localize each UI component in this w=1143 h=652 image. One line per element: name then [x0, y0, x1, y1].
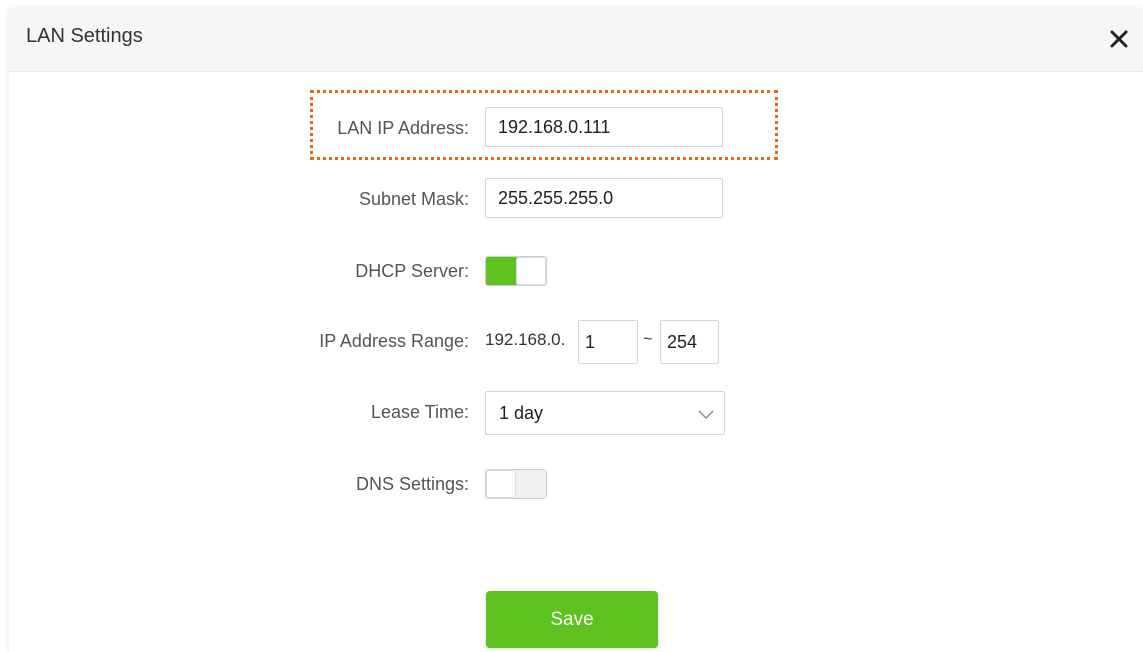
- chevron-down-icon: [698, 407, 714, 420]
- lease-time-label: Lease Time:: [370, 402, 469, 422]
- lan-ip-row: LAN IP Address:: [9, 107, 1143, 149]
- dhcp-server-toggle[interactable]: [485, 256, 547, 286]
- ip-range-separator: ~: [643, 331, 653, 348]
- dialog-header: LAN Settings: [9, 9, 1143, 72]
- lease-time-row: Lease Time: 1 day: [9, 391, 1143, 435]
- save-button[interactable]: Save: [486, 591, 658, 648]
- ip-range-prefix: 192.168.0.: [485, 330, 566, 349]
- lease-time-value: 1 day: [499, 403, 544, 423]
- dhcp-server-row: DHCP Server:: [9, 250, 1143, 292]
- ip-range-row: IP Address Range: 192.168.0. ~: [9, 320, 1143, 364]
- toggle-knob: [516, 257, 546, 285]
- ip-range-start-input[interactable]: [578, 320, 638, 364]
- lan-settings-dialog: LAN Settings LAN IP Address: Subnet Mask…: [9, 9, 1143, 652]
- ip-range-label: IP Address Range:: [319, 331, 469, 351]
- toggle-knob: [486, 470, 516, 498]
- lease-time-select[interactable]: 1 day: [485, 391, 725, 435]
- lan-ip-input[interactable]: [485, 107, 723, 147]
- lan-ip-label: LAN IP Address:: [337, 118, 469, 138]
- dhcp-server-label: DHCP Server:: [355, 261, 469, 281]
- subnet-mask-label: Subnet Mask:: [358, 189, 469, 209]
- subnet-mask-input[interactable]: [485, 178, 723, 218]
- dialog-title: LAN Settings: [26, 25, 143, 47]
- toggle-fill: [486, 257, 517, 285]
- dns-settings-toggle[interactable]: [485, 469, 547, 499]
- dns-settings-row: DNS Settings:: [9, 463, 1143, 505]
- close-icon[interactable]: [1107, 27, 1131, 51]
- ip-range-end-input[interactable]: [660, 320, 719, 364]
- subnet-mask-row: Subnet Mask:: [9, 178, 1143, 220]
- dns-settings-label: DNS Settings:: [355, 474, 469, 494]
